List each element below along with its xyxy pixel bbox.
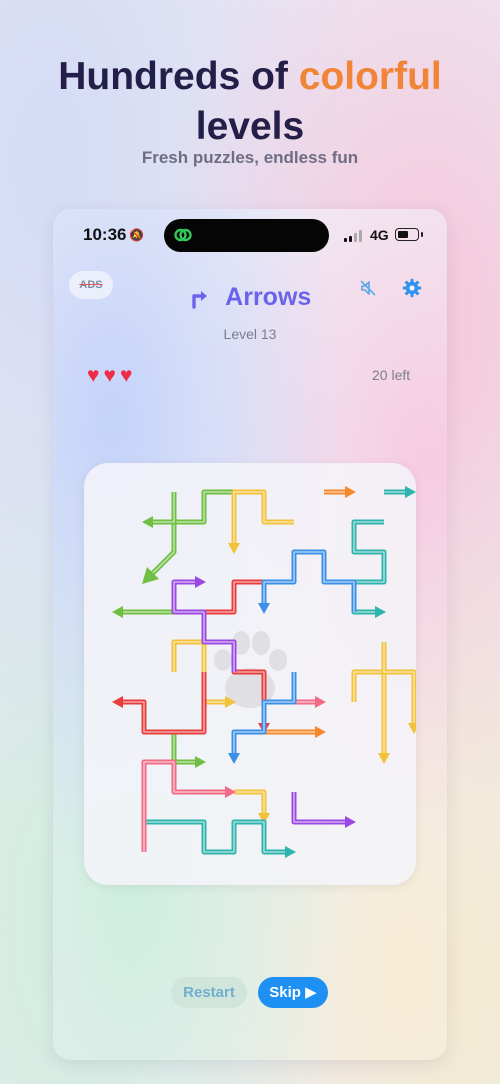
arrows-layer[interactable] xyxy=(112,486,416,858)
restart-button[interactable]: Restart xyxy=(171,977,247,1008)
arrow-16[interactable] xyxy=(141,759,236,852)
arrow-9[interactable] xyxy=(324,486,356,498)
arrow-4[interactable] xyxy=(141,702,206,768)
arrow-8[interactable] xyxy=(234,789,270,824)
arrow-3[interactable] xyxy=(112,606,174,618)
network-label: 4G xyxy=(370,227,389,243)
arrow-5[interactable] xyxy=(228,489,294,554)
remaining-count: 20 left xyxy=(372,367,411,383)
headline-text: Hundreds of xyxy=(58,55,299,98)
headline-line-2: levels xyxy=(195,105,305,148)
arrow-20[interactable] xyxy=(291,792,356,828)
headline-line-1: Hundreds of colorful xyxy=(0,52,500,102)
dynamic-island xyxy=(164,219,329,252)
sound-mute-icon[interactable] xyxy=(359,279,377,297)
headline-accent: colorful xyxy=(298,55,442,98)
arrow-11[interactable] xyxy=(384,486,416,498)
status-bar: 10:36 🔕 4G xyxy=(53,209,447,259)
turn-arrow-icon xyxy=(192,290,207,309)
app-title: Arrows xyxy=(225,283,312,311)
arrow-10[interactable] xyxy=(264,726,326,738)
phone-screen: 10:36 🔕 4G ADS Arrows Level 13 ♥♥♥ 20 le… xyxy=(53,209,447,1060)
headline: Hundreds of colorful levels xyxy=(0,52,500,152)
battery-icon xyxy=(395,228,423,241)
puzzle-canvas xyxy=(112,486,416,858)
bell-slash-icon: 🔕 xyxy=(129,228,144,242)
arrow-7[interactable] xyxy=(351,669,390,764)
arrow-2[interactable] xyxy=(142,492,177,528)
arrow-1[interactable] xyxy=(142,489,234,584)
arrow-18[interactable] xyxy=(381,642,416,734)
signal-icon xyxy=(344,230,364,242)
arrow-21[interactable] xyxy=(258,549,357,614)
link-icon xyxy=(174,228,192,242)
puzzle-board xyxy=(84,463,416,885)
subtitle: Fresh puzzles, endless fun xyxy=(141,148,359,167)
skip-button[interactable]: Skip ▶ xyxy=(258,977,328,1008)
arrow-17[interactable] xyxy=(294,696,326,708)
clock: 10:36 xyxy=(83,225,127,244)
level-label: Level 13 xyxy=(223,326,277,342)
arrow-13[interactable] xyxy=(141,819,296,858)
gear-icon[interactable] xyxy=(402,278,422,298)
lives-hearts: ♥♥♥ xyxy=(87,364,137,387)
arrow-12[interactable] xyxy=(351,519,387,618)
arrow-14[interactable] xyxy=(112,672,207,735)
app-header: Arrows xyxy=(53,283,447,312)
